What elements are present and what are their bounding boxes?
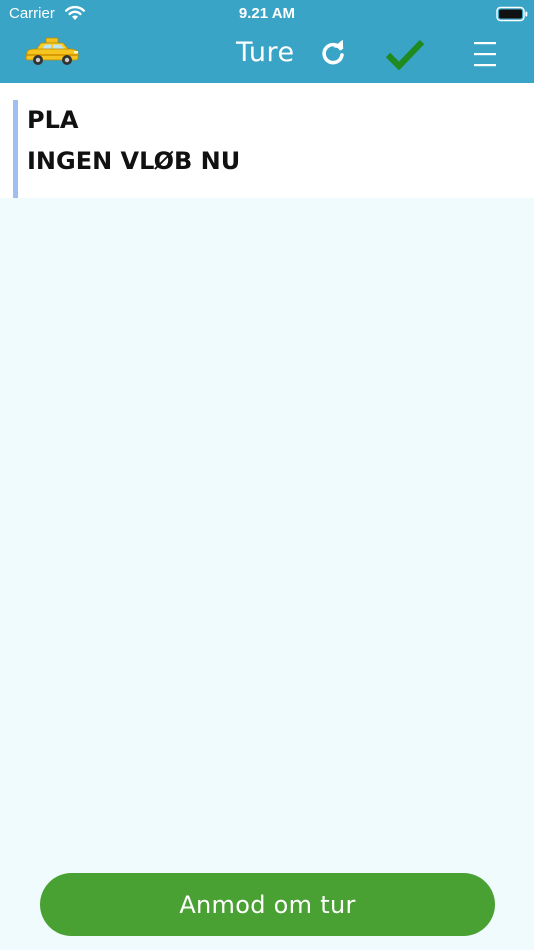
- trip-status-text: INGEN VLØB NU: [27, 147, 241, 175]
- trip-location-label: PLA: [27, 106, 79, 134]
- status-bar: Carrier 9.21 AM: [0, 0, 534, 28]
- trip-status-card: PLA INGEN VLØB NU: [0, 83, 534, 198]
- taxi-icon: [25, 37, 79, 65]
- refresh-icon[interactable]: [318, 38, 348, 68]
- hamburger-menu-icon[interactable]: [470, 39, 500, 69]
- battery-icon: [496, 6, 528, 22]
- request-ride-button[interactable]: Anmod om tur: [40, 873, 495, 936]
- status-time: 9.21 AM: [238, 5, 296, 22]
- checkmark-icon[interactable]: [385, 38, 425, 70]
- card-accent-bar: [13, 100, 18, 198]
- page-title: Ture: [236, 37, 295, 68]
- app-header: Carrier 9.21 AM Ture: [0, 0, 534, 83]
